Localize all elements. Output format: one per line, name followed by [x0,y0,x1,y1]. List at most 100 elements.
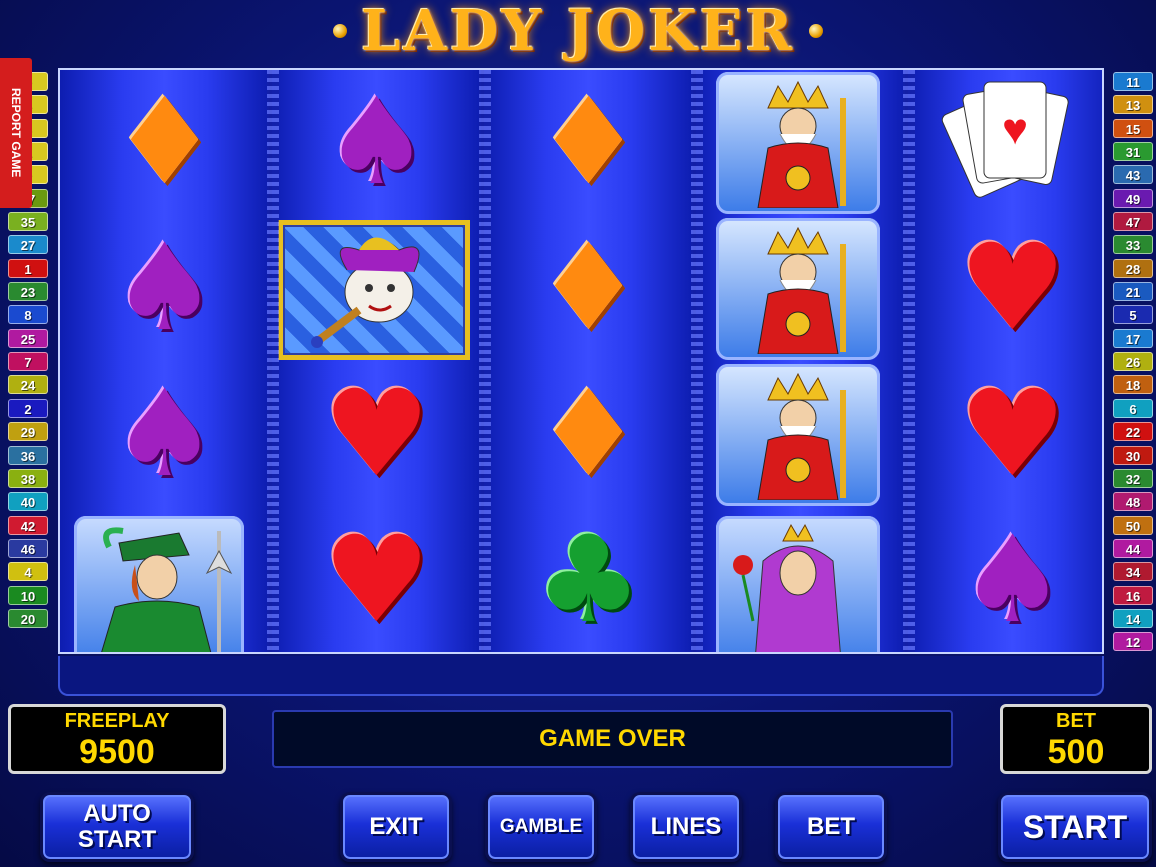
four-aces-icon: ♦♠♣♥ [941,81,1069,198]
spade-icon: ♠ [958,511,1067,650]
right-payline-badge: 21 [1113,282,1153,302]
right-payline-badge: 28 [1113,258,1153,278]
right-payline-badge: 18 [1113,375,1153,395]
left-payline-badge: 36 [8,445,48,465]
king-card-icon [716,364,880,506]
svg-text:♥: ♥ [1002,105,1028,154]
reel-separator [479,70,491,652]
left-payline-badge: 20 [8,608,48,628]
left-payline-badge: 2 [8,398,48,418]
reels-area: ♦♠♠♠♥♥♦♦♦♣♦♠♣♥♥♥♠ [58,68,1104,654]
king-figure-icon [757,226,846,354]
exit-button[interactable]: EXIT [340,792,452,862]
reel-2: ♠ ♥ ♥ [272,70,481,652]
title-text: LADY JOKER [360,0,796,64]
heart-icon: ♥ [958,365,1067,504]
reel-separator [267,70,279,652]
right-payline-badge: 49 [1113,188,1153,208]
spade-icon: ♠ [272,70,481,216]
right-payline-badge: 26 [1113,352,1153,372]
left-payline-badge: 25 [8,328,48,348]
spade-icon: ♠ [60,216,269,362]
right-payline-badge: 6 [1113,398,1153,418]
right-payline-badge: 50 [1113,515,1153,535]
diamond-icon: ♦ [484,70,693,216]
king-card [696,70,905,216]
aces-fan-icon: ♦♠♣♥ [918,74,1102,212]
title-dot-right [809,24,824,39]
right-payline-badge: 43 [1113,165,1153,185]
bet-value: 500 [1047,733,1105,771]
reel-5: ♦♠♣♥♥♥♠ [908,70,1102,652]
freeplay-panel: FREEPLAY 9500 [8,704,226,774]
report-game-button[interactable]: REPORT GAME [0,58,32,208]
heart-icon: ♥ [908,362,1102,508]
reels-footer-bar [58,656,1104,696]
heart-icon: ♥ [958,219,1067,358]
reel-3: ♦ ♦ ♦ ♣ [484,70,693,652]
spade-icon: ♠ [110,365,219,504]
diamond-icon: ♦ [484,216,693,362]
jack-card [60,508,269,652]
left-payline-badge: 46 [8,538,48,558]
heart-icon: ♥ [908,216,1102,362]
diamond-icon: ♦ [484,362,693,508]
diamond-icon: ♦ [534,219,643,358]
right-payline-badge: 48 [1113,492,1153,512]
heart-icon: ♥ [272,508,481,652]
left-payline-badge: 38 [8,468,48,488]
joker-wild [272,216,481,362]
right-payline-badge: 31 [1113,142,1153,162]
left-payline-badge: 4 [8,562,48,582]
diamond-icon: ♦ [60,70,269,216]
right-payline-badge: 30 [1113,445,1153,465]
right-payline-badge: 15 [1113,118,1153,138]
left-payline-badge: 40 [8,492,48,512]
jack-figure-icon [101,527,233,652]
heart-icon: ♥ [322,365,431,504]
status-message: GAME OVER [272,710,953,768]
right-payline-badge: 12 [1113,632,1153,652]
auto-start-button[interactable]: AUTO START [40,792,194,862]
left-payline-badge: 35 [8,212,48,232]
jack-card-icon [74,516,244,652]
start-button[interactable]: START [998,792,1152,862]
king-card [696,362,905,508]
right-payline-badge: 22 [1113,422,1153,442]
gamble-button[interactable]: GAMBLE [485,792,597,862]
queen-card-icon [716,516,880,652]
king-card-icon [716,72,880,214]
spade-icon: ♠ [908,508,1102,652]
left-payline-badge: 23 [8,282,48,302]
reel-separator [903,70,915,652]
freeplay-value: 9500 [79,733,155,771]
game-title: LADY JOKER [0,0,1156,64]
left-payline-badge: 24 [8,375,48,395]
queen-figure-icon [733,523,841,652]
left-payline-badge: 1 [8,258,48,278]
joker-icon [278,220,470,360]
right-payline-badge: 11 [1113,72,1153,91]
diamond-icon: ♦ [110,73,219,212]
jester-mask-icon [311,237,420,348]
left-payline-badge: 42 [8,515,48,535]
reel-separator [691,70,703,652]
reel-4 [696,70,905,652]
right-payline-badge: 16 [1113,585,1153,605]
right-payline-badge: 13 [1113,95,1153,115]
right-payline-badge: 34 [1113,562,1153,582]
bet-button[interactable]: BET [775,792,887,862]
spade-icon: ♠ [110,219,219,358]
right-payline-badge: 32 [1113,468,1153,488]
bet-label: BET [1056,710,1096,732]
heart-icon: ♥ [322,511,431,650]
right-payline-indicators: 11 13 15 31 43 49 47 33 28 21 5 17 26 18 6 22 30 32 48 50 44… [1113,72,1153,656]
left-payline-badge: 8 [8,305,48,325]
left-payline-badge: 10 [8,585,48,605]
right-payline-badge: 44 [1113,538,1153,558]
king-card [696,216,905,362]
diamond-icon: ♦ [534,73,643,212]
lines-button[interactable]: LINES [630,792,742,862]
left-payline-badge: 29 [8,422,48,442]
aces-scatter: ♦♠♣♥ [908,70,1102,216]
